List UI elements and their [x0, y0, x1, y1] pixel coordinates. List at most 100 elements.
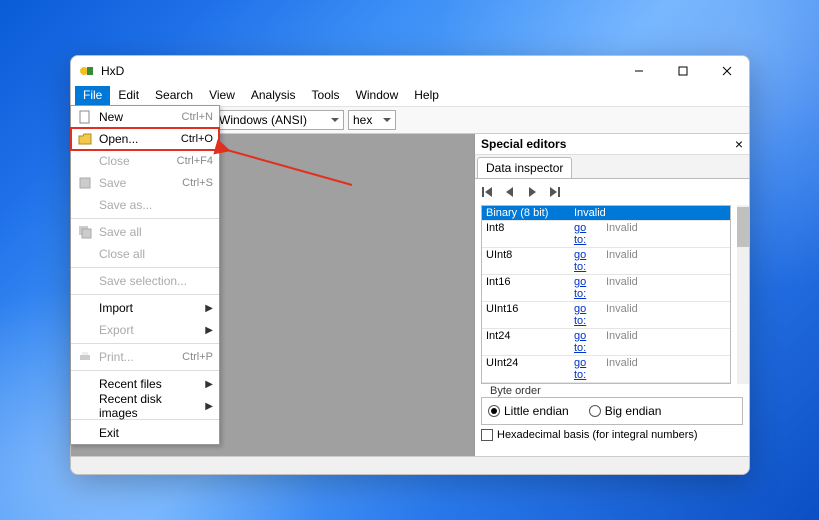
goto-link[interactable]: go to:	[570, 356, 602, 382]
menu-analysis[interactable]: Analysis	[243, 86, 304, 106]
menu-file[interactable]: File	[75, 86, 110, 106]
menu-item-recent-disks[interactable]: Recent disk images ▶	[71, 395, 219, 417]
charset-select[interactable]: Windows (ANSI)	[214, 110, 344, 130]
menu-item-open[interactable]: Open... Ctrl+O	[71, 128, 219, 150]
table-row[interactable]: Int8 go to: Invalid	[482, 221, 730, 248]
close-button[interactable]	[705, 56, 749, 86]
menu-bar: File Edit Search View Analysis Tools Win…	[71, 86, 749, 106]
menu-label: Close	[99, 154, 171, 168]
maximize-button[interactable]	[661, 56, 705, 86]
menu-shortcut: Ctrl+F4	[177, 155, 213, 167]
type-cell: Int16	[482, 275, 570, 301]
menu-item-exit[interactable]: Exit	[71, 422, 219, 444]
menu-label: Save all	[99, 225, 213, 239]
special-editors-header: Special editors ×	[475, 134, 749, 155]
type-cell: Int8	[482, 221, 570, 247]
menu-shortcut: Ctrl+O	[181, 133, 213, 145]
type-cell: Binary (8 bit)	[482, 206, 570, 220]
menu-shortcut: Ctrl+S	[182, 177, 213, 189]
menu-item-new[interactable]: New Ctrl+N	[71, 106, 219, 128]
numbase-value: hex	[353, 113, 372, 127]
value-cell: Invalid	[602, 221, 730, 247]
special-editors-panel: Special editors × Data inspector Binary …	[474, 134, 749, 456]
separator	[71, 343, 219, 344]
big-endian-label: Big endian	[605, 404, 662, 418]
submenu-arrow-icon: ▶	[205, 379, 213, 390]
inspector-table: Binary (8 bit) Invalid Int8 go to: Inval…	[481, 205, 731, 384]
status-bar	[71, 456, 749, 474]
goto-link[interactable]: go to:	[570, 302, 602, 328]
menu-label: Save as...	[99, 198, 213, 212]
menu-label: Close all	[99, 247, 213, 261]
prev-record-icon[interactable]	[503, 185, 517, 199]
menu-item-import[interactable]: Import ▶	[71, 297, 219, 319]
submenu-arrow-icon: ▶	[205, 325, 213, 336]
menu-item-close-all[interactable]: Close all	[71, 243, 219, 265]
goto-link[interactable]: go to:	[570, 329, 602, 355]
value-cell: Invalid	[602, 302, 730, 328]
menu-item-save-selection[interactable]: Save selection...	[71, 270, 219, 292]
goto-link[interactable]: go to:	[570, 275, 602, 301]
file-menu-dropdown: New Ctrl+N Open... Ctrl+O Close Ctrl+F4 …	[70, 105, 220, 445]
value-cell: Invalid	[602, 248, 730, 274]
menu-item-close[interactable]: Close Ctrl+F4	[71, 150, 219, 172]
menu-window[interactable]: Window	[348, 86, 407, 106]
table-scrollbar[interactable]	[737, 205, 749, 384]
close-panel-icon[interactable]: ×	[735, 136, 743, 152]
hex-basis-label: Hexadecimal basis (for integral numbers)	[497, 429, 698, 441]
menu-item-save[interactable]: Save Ctrl+S	[71, 172, 219, 194]
first-record-icon[interactable]	[481, 185, 495, 199]
menu-item-export[interactable]: Export ▶	[71, 319, 219, 341]
tab-data-inspector[interactable]: Data inspector	[477, 157, 572, 178]
hex-basis-checkbox[interactable]: Hexadecimal basis (for integral numbers)	[481, 429, 743, 441]
disks-icon	[77, 225, 93, 239]
folder-open-icon	[77, 132, 93, 146]
menu-label: Recent files	[99, 377, 199, 391]
type-cell: UInt16	[482, 302, 570, 328]
separator	[71, 294, 219, 295]
numbase-select[interactable]: hex	[348, 110, 396, 130]
separator	[71, 370, 219, 371]
menu-search[interactable]: Search	[147, 86, 201, 106]
menu-help[interactable]: Help	[406, 86, 447, 106]
type-cell: Int24	[482, 329, 570, 355]
menu-tools[interactable]: Tools	[304, 86, 348, 106]
goto-link[interactable]: go to:	[570, 221, 602, 247]
printer-icon	[77, 350, 93, 364]
byte-order-group: Byte order Little endian Big endian	[481, 390, 743, 425]
menu-item-print[interactable]: Print... Ctrl+P	[71, 346, 219, 368]
little-endian-radio[interactable]: Little endian	[488, 404, 569, 418]
next-record-icon[interactable]	[525, 185, 539, 199]
window-title: HxD	[101, 64, 124, 78]
little-endian-label: Little endian	[504, 404, 569, 418]
title-bar: HxD	[71, 56, 749, 86]
table-row[interactable]: UInt16 go to: Invalid	[482, 302, 730, 329]
menu-view[interactable]: View	[201, 86, 243, 106]
byte-order-legend: Byte order	[487, 385, 544, 397]
goto-link[interactable]: go to:	[570, 248, 602, 274]
app-icon	[79, 63, 95, 79]
minimize-button[interactable]	[617, 56, 661, 86]
big-endian-radio[interactable]: Big endian	[589, 404, 662, 418]
menu-label: Import	[99, 301, 199, 315]
special-editors-title: Special editors	[481, 137, 566, 151]
submenu-arrow-icon: ▶	[205, 303, 213, 314]
table-row[interactable]: Int24 go to: Invalid	[482, 329, 730, 356]
menu-label: Save selection...	[99, 274, 213, 288]
checkbox-icon	[481, 429, 493, 441]
table-row[interactable]: UInt24 go to: Invalid	[482, 356, 730, 383]
table-row[interactable]: Binary (8 bit) Invalid	[482, 206, 730, 221]
separator	[71, 218, 219, 219]
table-row[interactable]: Int16 go to: Invalid	[482, 275, 730, 302]
table-row[interactable]: UInt8 go to: Invalid	[482, 248, 730, 275]
disk-icon	[77, 176, 93, 190]
value-cell: Invalid	[570, 206, 730, 220]
separator	[71, 267, 219, 268]
menu-label: Recent disk images	[99, 392, 199, 420]
menu-item-save-all[interactable]: Save all	[71, 221, 219, 243]
submenu-arrow-icon: ▶	[205, 401, 213, 412]
last-record-icon[interactable]	[547, 185, 561, 199]
menu-item-save-as[interactable]: Save as...	[71, 194, 219, 216]
type-cell: UInt24	[482, 356, 570, 382]
menu-edit[interactable]: Edit	[110, 86, 147, 106]
